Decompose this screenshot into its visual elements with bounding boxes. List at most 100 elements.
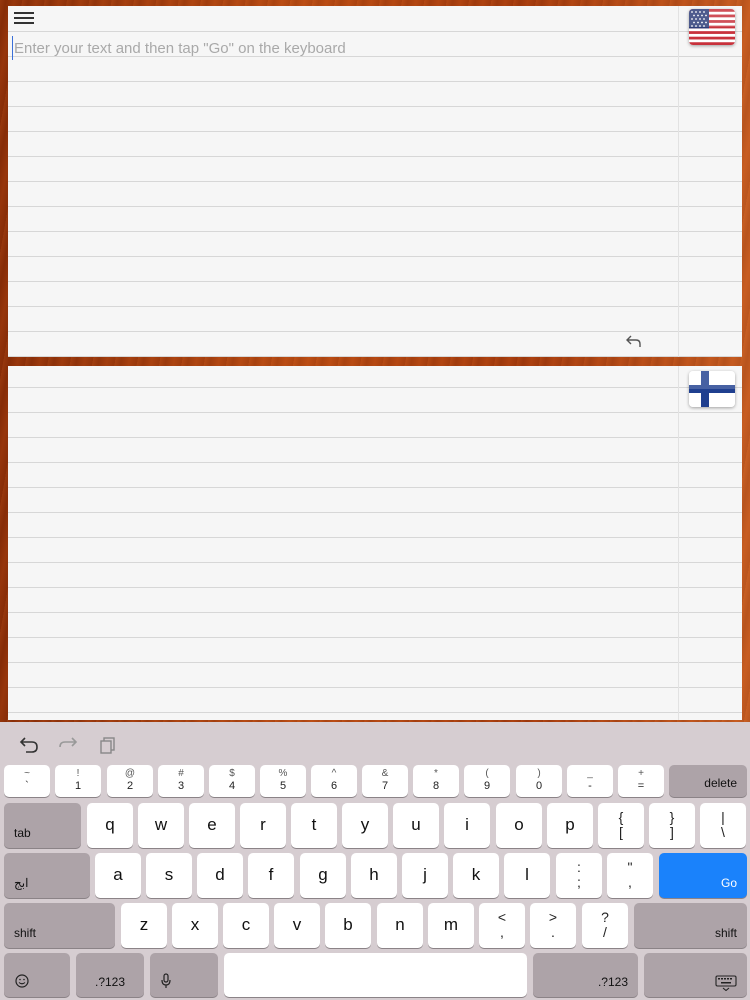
- key-label: w: [154, 815, 168, 834]
- key-i[interactable]: i: [444, 803, 490, 848]
- key-label: h: [369, 865, 379, 884]
- key-w[interactable]: w: [138, 803, 184, 848]
- key-pair-0[interactable]: {[: [598, 803, 644, 848]
- key-label: shift: [14, 926, 37, 940]
- shift-left-key[interactable]: shift: [4, 903, 115, 948]
- key-p[interactable]: p: [547, 803, 593, 848]
- key-label: =: [637, 780, 645, 792]
- key-q[interactable]: q: [87, 803, 133, 848]
- redo-icon[interactable]: [57, 734, 79, 756]
- key-label: Go: [720, 876, 737, 890]
- undo-arrow-icon[interactable]: [626, 333, 642, 349]
- key-pair3-0[interactable]: <,: [479, 903, 525, 948]
- key-pair-1[interactable]: }]: [649, 803, 695, 848]
- key-5[interactable]: % 5: [260, 765, 306, 797]
- key-2[interactable]: @2: [107, 765, 153, 797]
- key-u[interactable]: u: [393, 803, 439, 848]
- key-label: /: [603, 924, 607, 940]
- key-label: .?123: [94, 975, 126, 989]
- key-b[interactable]: b: [325, 903, 371, 948]
- key-label: j: [423, 865, 427, 884]
- key-m[interactable]: m: [428, 903, 474, 948]
- key-d[interactable]: d: [197, 853, 243, 898]
- key--[interactable]: _ -: [567, 765, 613, 797]
- key-label: $: [229, 768, 235, 779]
- key-k[interactable]: k: [453, 853, 499, 898]
- key-v[interactable]: v: [274, 903, 320, 948]
- key-c[interactable]: c: [223, 903, 269, 948]
- space-key[interactable]: [224, 953, 527, 997]
- key-label: p: [565, 815, 575, 834]
- key-label: v: [292, 915, 302, 934]
- key-label: 8: [432, 780, 440, 792]
- key-label: %: [278, 768, 288, 779]
- key-h[interactable]: h: [351, 853, 397, 898]
- delete-key[interactable]: delete: [669, 765, 747, 797]
- key-0[interactable]: ) 0: [516, 765, 562, 797]
- shift-right-key[interactable]: shift: [634, 903, 747, 948]
- key-label: b: [343, 915, 353, 934]
- go-key[interactable]: Go: [659, 853, 747, 898]
- key-label: g: [318, 865, 328, 884]
- paste-icon[interactable]: [97, 734, 119, 756]
- key-pair2-1[interactable]: ",: [607, 853, 653, 898]
- key-r[interactable]: r: [240, 803, 286, 848]
- emoji-icon: [15, 974, 29, 988]
- key-pair-2[interactable]: | \: [700, 803, 746, 848]
- key-s[interactable]: s: [146, 853, 192, 898]
- key-=[interactable]: + =: [618, 765, 664, 797]
- dictation-key[interactable]: [150, 953, 218, 997]
- key-pair2-0[interactable]: :;: [556, 853, 602, 898]
- key-label: .: [551, 924, 555, 940]
- key-label: \: [721, 824, 725, 840]
- key-4[interactable]: $4: [209, 765, 255, 797]
- key-8[interactable]: * 8: [413, 765, 459, 797]
- key-label: `: [25, 780, 29, 792]
- key-1[interactable]: ! 1: [55, 765, 101, 797]
- key-label: 2: [126, 780, 134, 792]
- source-text-input[interactable]: [12, 36, 672, 60]
- numbers-key-left[interactable]: .?123: [76, 953, 144, 997]
- key-`[interactable]: ~ `: [4, 765, 50, 797]
- key-z[interactable]: z: [121, 903, 167, 948]
- key-y[interactable]: y: [342, 803, 388, 848]
- key-label: >: [548, 909, 558, 925]
- key-o[interactable]: o: [496, 803, 542, 848]
- key-e[interactable]: e: [189, 803, 235, 848]
- key-6[interactable]: ^ 6: [311, 765, 357, 797]
- key-a[interactable]: a: [95, 853, 141, 898]
- key-label: ,: [628, 874, 632, 890]
- keyboard-dismiss-icon: [715, 975, 737, 991]
- us-flag-icon[interactable]: [689, 9, 735, 45]
- on-screen-keyboard: ~ `! 1 @2 #3 $4% 5 ^ 6 & 7 * 8(9) 0 _ - + = delete tab q w e r t…: [0, 722, 750, 1000]
- hide-keyboard-key[interactable]: [644, 953, 747, 997]
- key-label: shift: [714, 926, 737, 940]
- key-l[interactable]: l: [504, 853, 550, 898]
- key-j[interactable]: j: [402, 853, 448, 898]
- key-label: |: [721, 809, 725, 825]
- key-label: s: [164, 865, 174, 884]
- key-9[interactable]: (9: [464, 765, 510, 797]
- key-label: r: [260, 815, 266, 834]
- language-key[interactable]: ابج: [4, 853, 90, 898]
- key-n[interactable]: n: [377, 903, 423, 948]
- finland-flag-icon[interactable]: [689, 371, 735, 407]
- key-label: 1: [74, 780, 82, 792]
- numbers-key-right[interactable]: .?123: [533, 953, 638, 997]
- key-t[interactable]: t: [291, 803, 337, 848]
- key-pair3-1[interactable]: >.: [530, 903, 576, 948]
- key-label: +: [638, 768, 644, 779]
- key-label: z: [139, 915, 149, 934]
- key-f[interactable]: f: [248, 853, 294, 898]
- key-label: a: [113, 865, 123, 884]
- key-x[interactable]: x: [172, 903, 218, 948]
- undo-icon[interactable]: [18, 734, 40, 756]
- key-g[interactable]: g: [300, 853, 346, 898]
- key-pair3-2[interactable]: ? /: [582, 903, 628, 948]
- key-7[interactable]: & 7: [362, 765, 408, 797]
- key-3[interactable]: #3: [158, 765, 204, 797]
- hamburger-menu-icon[interactable]: [14, 12, 36, 26]
- tab-key[interactable]: tab: [4, 803, 81, 848]
- source-text-panel: [8, 6, 742, 357]
- emoji-key[interactable]: [4, 953, 70, 997]
